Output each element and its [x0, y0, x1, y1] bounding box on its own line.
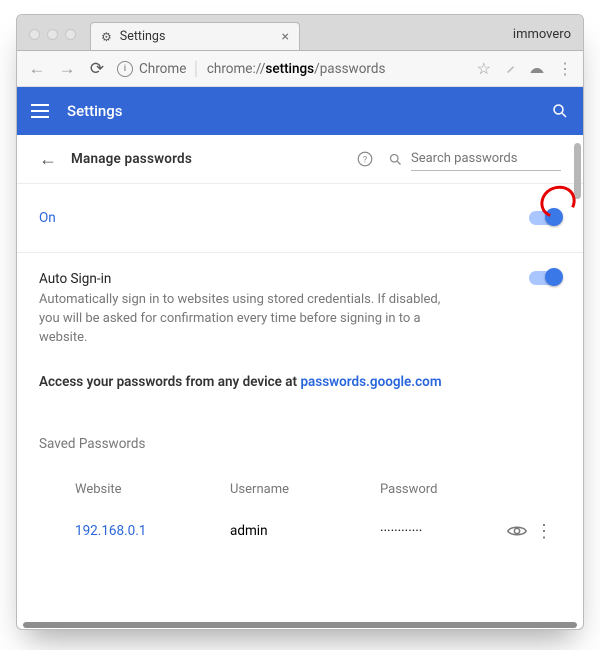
- close-window-icon[interactable]: [29, 29, 40, 40]
- url-scheme-label: Chrome: [139, 61, 186, 77]
- tab-strip: ⚙ Settings × immovero: [17, 15, 583, 51]
- app-bar-title: Settings: [67, 102, 123, 120]
- reload-button[interactable]: ⟳: [87, 59, 107, 79]
- table-header: Website Username Password: [17, 464, 583, 513]
- back-button[interactable]: ←: [27, 59, 47, 79]
- auto-signin-description: Automatically sign in to websites using …: [39, 291, 459, 348]
- help-icon[interactable]: ?: [356, 150, 374, 168]
- auto-signin-row: Auto Sign-in Automatically sign in to we…: [17, 253, 583, 366]
- toolbar: ← → ⟳ i Chrome │ chrome://settings/passw…: [17, 51, 583, 87]
- row-menu-icon[interactable]: ⋮: [527, 521, 561, 542]
- url-strong: settings: [265, 61, 314, 77]
- offer-save-label: On: [39, 210, 56, 226]
- auto-signin-title: Auto Sign-in: [39, 271, 459, 287]
- offer-save-row: On: [17, 184, 583, 253]
- close-tab-icon[interactable]: ×: [282, 29, 289, 45]
- page-title: Manage passwords: [71, 151, 192, 167]
- window-controls: [25, 29, 82, 50]
- bookmark-icon[interactable]: ☆: [477, 59, 491, 78]
- svg-text:?: ?: [363, 155, 367, 165]
- browser-window: ⚙ Settings × immovero ← → ⟳ i Chrome │ c…: [16, 14, 584, 630]
- table-row: 192.168.0.1 admin ············ ⋮: [17, 513, 583, 552]
- wand-icon[interactable]: [503, 62, 517, 76]
- profile-name[interactable]: immovero: [513, 27, 575, 42]
- remote-passwords-row: Access your passwords from any device at…: [17, 366, 583, 430]
- search-passwords-input[interactable]: [411, 147, 561, 171]
- forward-button: →: [57, 59, 77, 79]
- cell-password: ············: [380, 523, 500, 539]
- reveal-password-icon[interactable]: [507, 524, 527, 538]
- minimize-window-icon[interactable]: [47, 29, 58, 40]
- content-area: ← Manage passwords ? On Auto Sign-in Aut…: [17, 135, 583, 630]
- tab-title: Settings: [120, 29, 166, 44]
- vertical-scrollbar[interactable]: [574, 143, 581, 199]
- col-username: Username: [230, 482, 380, 497]
- col-website: Website: [75, 482, 230, 497]
- extension-icon[interactable]: [529, 63, 545, 75]
- cell-website[interactable]: 192.168.0.1: [75, 523, 230, 539]
- url-prefix: chrome://: [207, 61, 266, 77]
- zoom-window-icon[interactable]: [65, 29, 76, 40]
- remote-passwords-link[interactable]: passwords.google.com: [300, 374, 441, 390]
- search-passwords-icon[interactable]: [388, 152, 403, 167]
- menu-icon[interactable]: [31, 104, 49, 118]
- offer-save-toggle[interactable]: [529, 211, 561, 225]
- back-arrow-icon[interactable]: ←: [39, 149, 57, 170]
- saved-passwords-title: Saved Passwords: [17, 430, 583, 464]
- subheader: ← Manage passwords ?: [17, 135, 583, 184]
- remote-passwords-prefix: Access your passwords from any device at: [39, 374, 300, 390]
- browser-menu-icon[interactable]: ⋮: [557, 59, 573, 78]
- auto-signin-toggle[interactable]: [529, 271, 561, 285]
- cell-username: admin: [230, 523, 380, 539]
- url-suffix: /passwords: [314, 61, 385, 77]
- search-icon[interactable]: [551, 102, 569, 120]
- gear-icon: ⚙: [101, 30, 112, 44]
- app-bar: Settings: [17, 87, 583, 135]
- site-info-icon[interactable]: i: [117, 61, 133, 77]
- omnibox[interactable]: i Chrome │ chrome://settings/passwords: [117, 61, 467, 77]
- browser-tab-settings[interactable]: ⚙ Settings ×: [90, 22, 300, 50]
- horizontal-scrollbar[interactable]: [23, 622, 577, 628]
- col-password: Password: [380, 482, 500, 497]
